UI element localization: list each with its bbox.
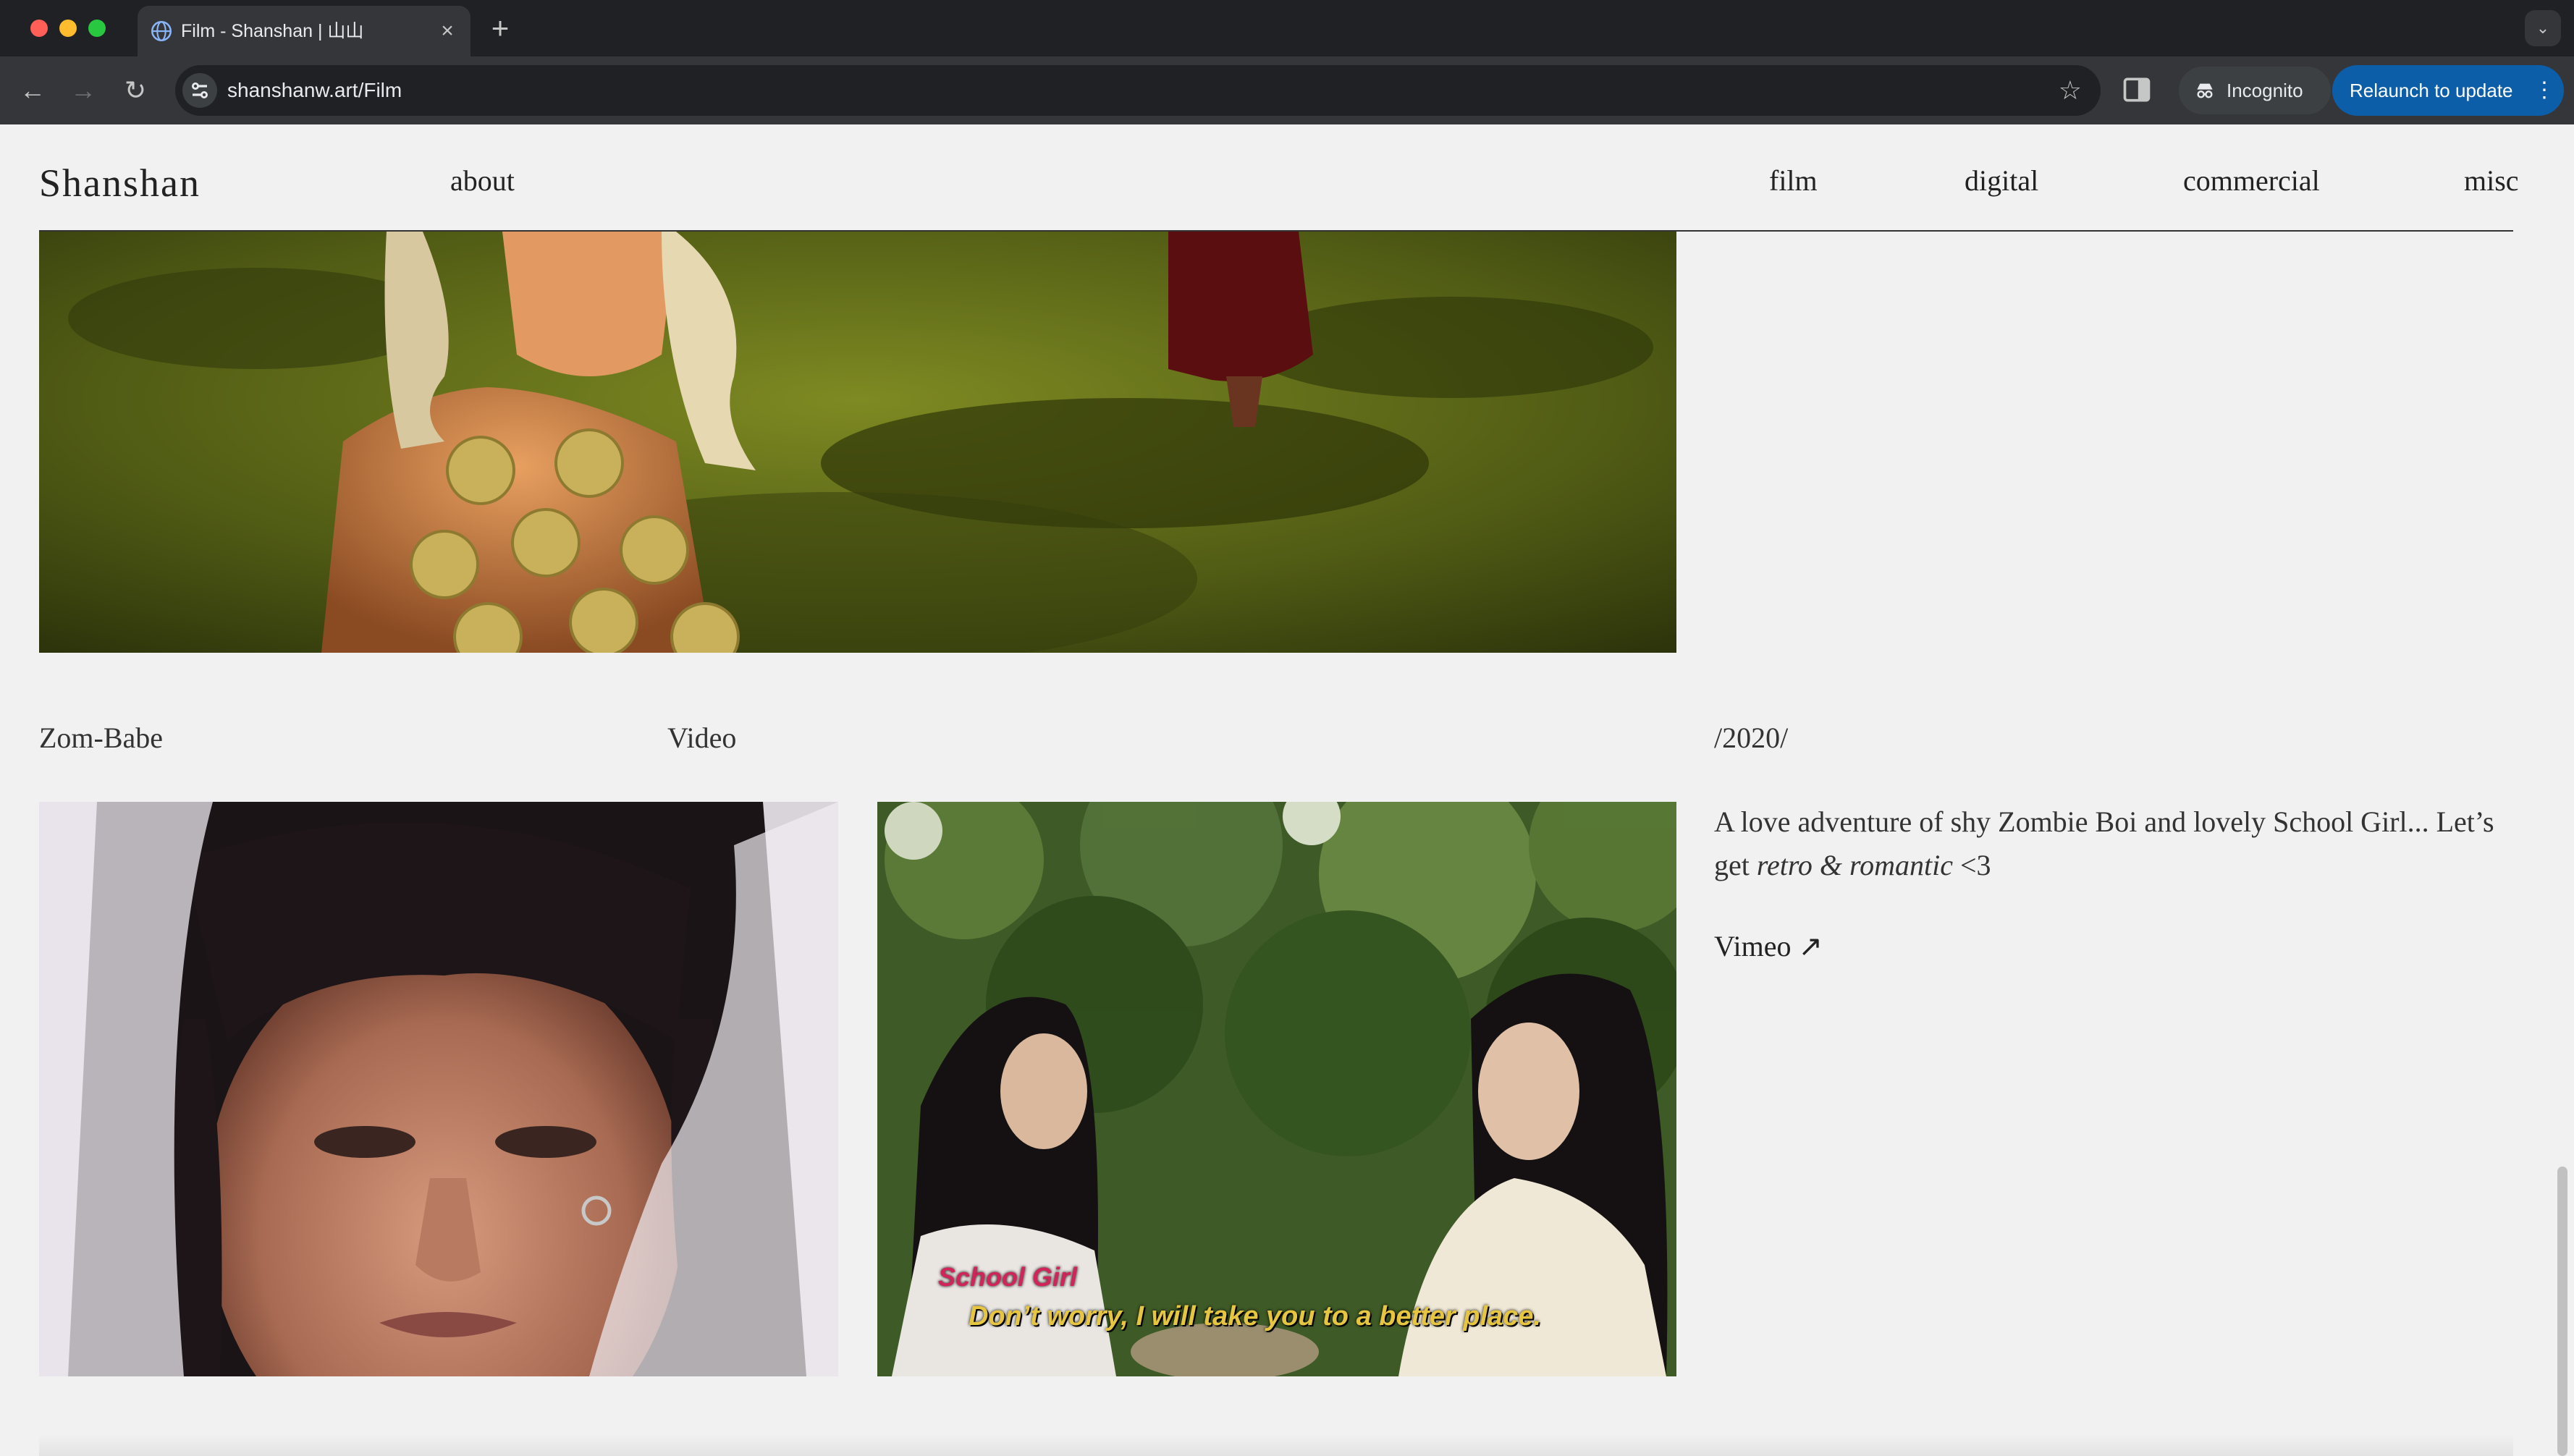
browser-tab-bar: Film - Shanshan | 山山 × + ⌄: [0, 0, 2574, 56]
nav-link-film[interactable]: film: [1769, 164, 1818, 198]
site-logo[interactable]: Shanshan: [39, 161, 201, 206]
film-still-hero[interactable]: [39, 232, 1676, 653]
description-italic: retro & romantic: [1756, 849, 1953, 881]
nav-link-digital[interactable]: digital: [1965, 164, 2038, 198]
vimeo-link[interactable]: Vimeo ↗: [1714, 929, 1823, 963]
project-description: A love adventure of shy Zombie Boi and l…: [1714, 800, 2525, 887]
incognito-badge[interactable]: Incognito: [2179, 67, 2331, 114]
reload-button[interactable]: ↻: [116, 71, 155, 110]
globe-icon: [151, 20, 172, 42]
url-text[interactable]: shanshanw.art/Film: [227, 65, 402, 116]
browser-toolbar: ← → ↻ shanshanw.art/Film ☆ Incognito Rel…: [0, 56, 2574, 124]
back-button[interactable]: ←: [13, 71, 52, 110]
subtitle-line: Don’t worry, I will take you to a better…: [969, 1301, 1542, 1332]
browser-menu-icon[interactable]: ⋮: [2533, 65, 2555, 116]
new-tab-button[interactable]: +: [484, 12, 517, 45]
bookmark-star-icon[interactable]: ☆: [2059, 65, 2082, 116]
relaunch-button[interactable]: Relaunch to update ⋮: [2332, 65, 2564, 116]
page-scrollbar-thumb[interactable]: [2557, 1167, 2567, 1456]
bottom-fade: [39, 1434, 2513, 1456]
film-still-subtitled[interactable]: School Girl Don’t worry, I will take you…: [877, 802, 1676, 1376]
subtitle-speaker: School Girl: [938, 1262, 1078, 1292]
site-info-icon[interactable]: [182, 73, 217, 108]
close-window-button[interactable]: [30, 20, 48, 37]
incognito-icon: [2197, 83, 2213, 98]
forward-button[interactable]: →: [64, 71, 103, 110]
nav-link-misc[interactable]: misc: [2464, 164, 2519, 198]
tab-close-icon[interactable]: ×: [434, 18, 460, 44]
film-still-portrait[interactable]: [39, 802, 838, 1376]
side-panel-icon[interactable]: [2121, 74, 2153, 106]
relaunch-label: Relaunch to update: [2350, 80, 2513, 101]
tab-search-button[interactable]: ⌄: [2525, 10, 2561, 46]
maximize-window-button[interactable]: [88, 20, 106, 37]
minimize-window-button[interactable]: [59, 20, 77, 37]
nav-link-about[interactable]: about: [450, 164, 515, 198]
incognito-label: Incognito: [2227, 80, 2303, 101]
project-type: Video: [667, 721, 737, 754]
nav-link-commercial[interactable]: commercial: [2183, 164, 2320, 198]
address-bar[interactable]: shanshanw.art/Film ☆: [175, 65, 2101, 116]
project-title: Zom-Babe: [39, 721, 164, 754]
tab-title: Film - Shanshan | 山山: [181, 21, 364, 41]
project-year: /2020/: [1714, 721, 1789, 754]
description-end: <3: [1952, 849, 1991, 881]
browser-tab-active[interactable]: Film - Shanshan | 山山 ×: [138, 6, 471, 56]
